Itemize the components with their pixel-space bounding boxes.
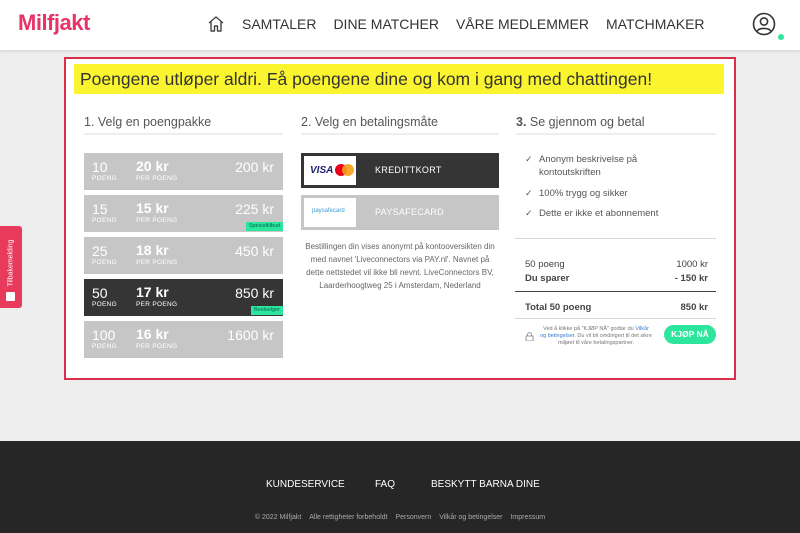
summary-divider-total [515, 291, 716, 292]
step1-title: 1. Velg en poengpakke [84, 115, 212, 129]
footer-privacy-link[interactable]: Personvern [395, 514, 431, 521]
feedback-tab[interactable]: Tilbakemelding [0, 226, 22, 308]
online-status-dot [778, 34, 784, 40]
feature-no-subscription: ✓ Dette er ikke et abonnement [525, 207, 705, 220]
step3-title: 3. Se gjennom og betal [516, 115, 645, 129]
package-points-unit: POENG [92, 217, 117, 224]
package-15-points[interactable]: 15 POENG 15 kr PER POENG 225 kr Spesialt… [84, 195, 283, 232]
package-total: 225 kr [235, 201, 274, 217]
package-points: 50 [92, 285, 108, 301]
credit-card-option[interactable]: VISA KREDITTKORT [301, 153, 499, 188]
mastercard-logo-overlap [342, 164, 354, 176]
package-price-per-point: 18 kr [136, 242, 169, 258]
buy-now-button[interactable]: KJØP NÅ [664, 325, 716, 344]
footer-rights: Alle rettigheter forbeholdt [309, 514, 388, 521]
feature-secure: ✓ 100% trygg og sikker [525, 187, 705, 200]
package-per-unit: PER POENG [136, 259, 178, 266]
package-points-unit: POENG [92, 259, 117, 266]
step3-divider [516, 133, 716, 135]
package-price-per-point: 16 kr [136, 326, 169, 342]
feature-text: Anonym beskrivelse på kontoutskriften [539, 154, 638, 178]
package-10-points[interactable]: 10 POENG 20 kr PER POENG 200 kr [84, 153, 283, 190]
package-per-unit: PER POENG [136, 175, 178, 182]
package-points-unit: POENG [92, 343, 117, 350]
package-points: 100 [92, 327, 116, 343]
package-price-per-point: 17 kr [136, 284, 169, 300]
footer-copyright: © 2022 Milfjakt [254, 514, 302, 521]
summary-points-label: 50 poeng [525, 259, 565, 270]
package-100-points[interactable]: 100 POENG 16 kr PER POENG 1600 kr [84, 321, 283, 358]
bestseller-badge: Bestselger [251, 306, 283, 315]
billing-note: Bestillingen din vises anonymt på kontoo… [305, 242, 495, 290]
footer-terms-link[interactable]: Vilkår og betingelser [439, 514, 502, 521]
summary-total-label: Total 50 poeng [525, 302, 592, 313]
paysafecard-label: PAYSAFECARD [375, 207, 444, 217]
promo-banner-text: Poengene utløper aldri. Få poengene dine… [80, 69, 653, 89]
nav-my-matches[interactable]: DINE MATCHER [333, 16, 439, 32]
package-points-unit: POENG [92, 175, 117, 182]
package-price-per-point: 15 kr [136, 200, 169, 216]
feedback-icon [6, 292, 15, 301]
lock-icon [525, 332, 534, 341]
site-logo[interactable]: Milfjakt [18, 10, 90, 36]
paysafecard-option[interactable]: paysafecard PAYSAFECARD [301, 195, 499, 230]
package-25-points[interactable]: 25 POENG 18 kr PER POENG 450 kr [84, 237, 283, 274]
card-logos: VISA [304, 156, 356, 185]
summary-savings-value: - 150 kr [674, 273, 708, 284]
top-navigation-bar: Milfjakt SAMTALER DINE MATCHER VÅRE MEDL… [0, 0, 800, 50]
feedback-tab-label: Tilbakemelding [7, 239, 15, 287]
checkmark-icon: ✓ [525, 188, 533, 198]
package-total: 850 kr [235, 285, 274, 301]
credit-card-label: KREDITTKORT [375, 165, 442, 175]
summary-total-value: 850 kr [680, 302, 708, 313]
footer-protect-children-link[interactable]: BESKYTT BARNA DINE [431, 479, 540, 490]
package-points-unit: POENG [92, 301, 117, 308]
summary-points-value: 1000 kr [676, 259, 708, 270]
feature-text: 100% trygg og sikker [539, 188, 628, 199]
package-total: 1600 kr [227, 327, 274, 343]
special-offer-badge: Spesialtilbud [245, 222, 283, 231]
package-points: 25 [92, 243, 108, 259]
promo-banner: Poengene utløper aldri. Få poengene dine… [74, 64, 724, 94]
package-points: 10 [92, 159, 108, 175]
footer-customer-service-link[interactable]: KUNDESERVICE [266, 479, 345, 490]
footer-imprint-link[interactable]: Impressum [510, 514, 545, 521]
step3-title-text: Se gjennom og betal [529, 115, 645, 129]
paysafecard-logo: paysafecard [312, 208, 345, 214]
package-per-unit: PER POENG [136, 301, 178, 308]
feature-text: Dette er ikke et abonnement [539, 208, 659, 219]
package-total: 200 kr [235, 159, 274, 175]
step2-title: 2. Velg en betalingsmåte [301, 115, 438, 129]
package-50-points[interactable]: 50 POENG 17 kr PER POENG 850 kr Bestselg… [84, 279, 283, 316]
visa-logo: VISA [310, 165, 334, 176]
feature-anonymous: ✓ Anonym beskrivelse på kontoutskriften [525, 153, 650, 179]
terms-text-before: Ved å klikke på "KJØP NÅ" godtar du [543, 326, 634, 332]
paysafecard-logo-box: paysafecard [304, 198, 356, 227]
footer-legal-links: © 2022 Milfjakt Alle rettigheter forbeho… [0, 514, 800, 521]
nav-conversations[interactable]: SAMTALER [242, 16, 316, 32]
main-nav: SAMTALER DINE MATCHER VÅRE MEDLEMMER MAT… [207, 15, 722, 33]
package-price-per-point: 20 kr [136, 158, 169, 174]
checkmark-icon: ✓ [525, 154, 533, 164]
package-points: 15 [92, 201, 108, 217]
home-icon[interactable] [207, 15, 225, 33]
step3-number: 3. [516, 115, 527, 129]
nav-matchmaker[interactable]: MATCHMAKER [606, 16, 705, 32]
step1-divider [84, 133, 283, 135]
terms-notice: Ved å klikke på "KJØP NÅ" godtar du Vilk… [540, 326, 652, 347]
package-total: 450 kr [235, 243, 274, 259]
step2-divider [301, 133, 499, 135]
package-per-unit: PER POENG [136, 217, 178, 224]
summary-divider-bottom [515, 318, 716, 319]
summary-savings-label: Du sparer [525, 273, 570, 284]
checkmark-icon: ✓ [525, 208, 533, 218]
nav-members[interactable]: VÅRE MEDLEMMER [456, 16, 589, 32]
user-circle-icon[interactable] [752, 12, 776, 36]
package-per-unit: PER POENG [136, 343, 178, 350]
footer-faq-link[interactable]: FAQ [375, 479, 395, 490]
summary-divider-top [515, 238, 716, 239]
